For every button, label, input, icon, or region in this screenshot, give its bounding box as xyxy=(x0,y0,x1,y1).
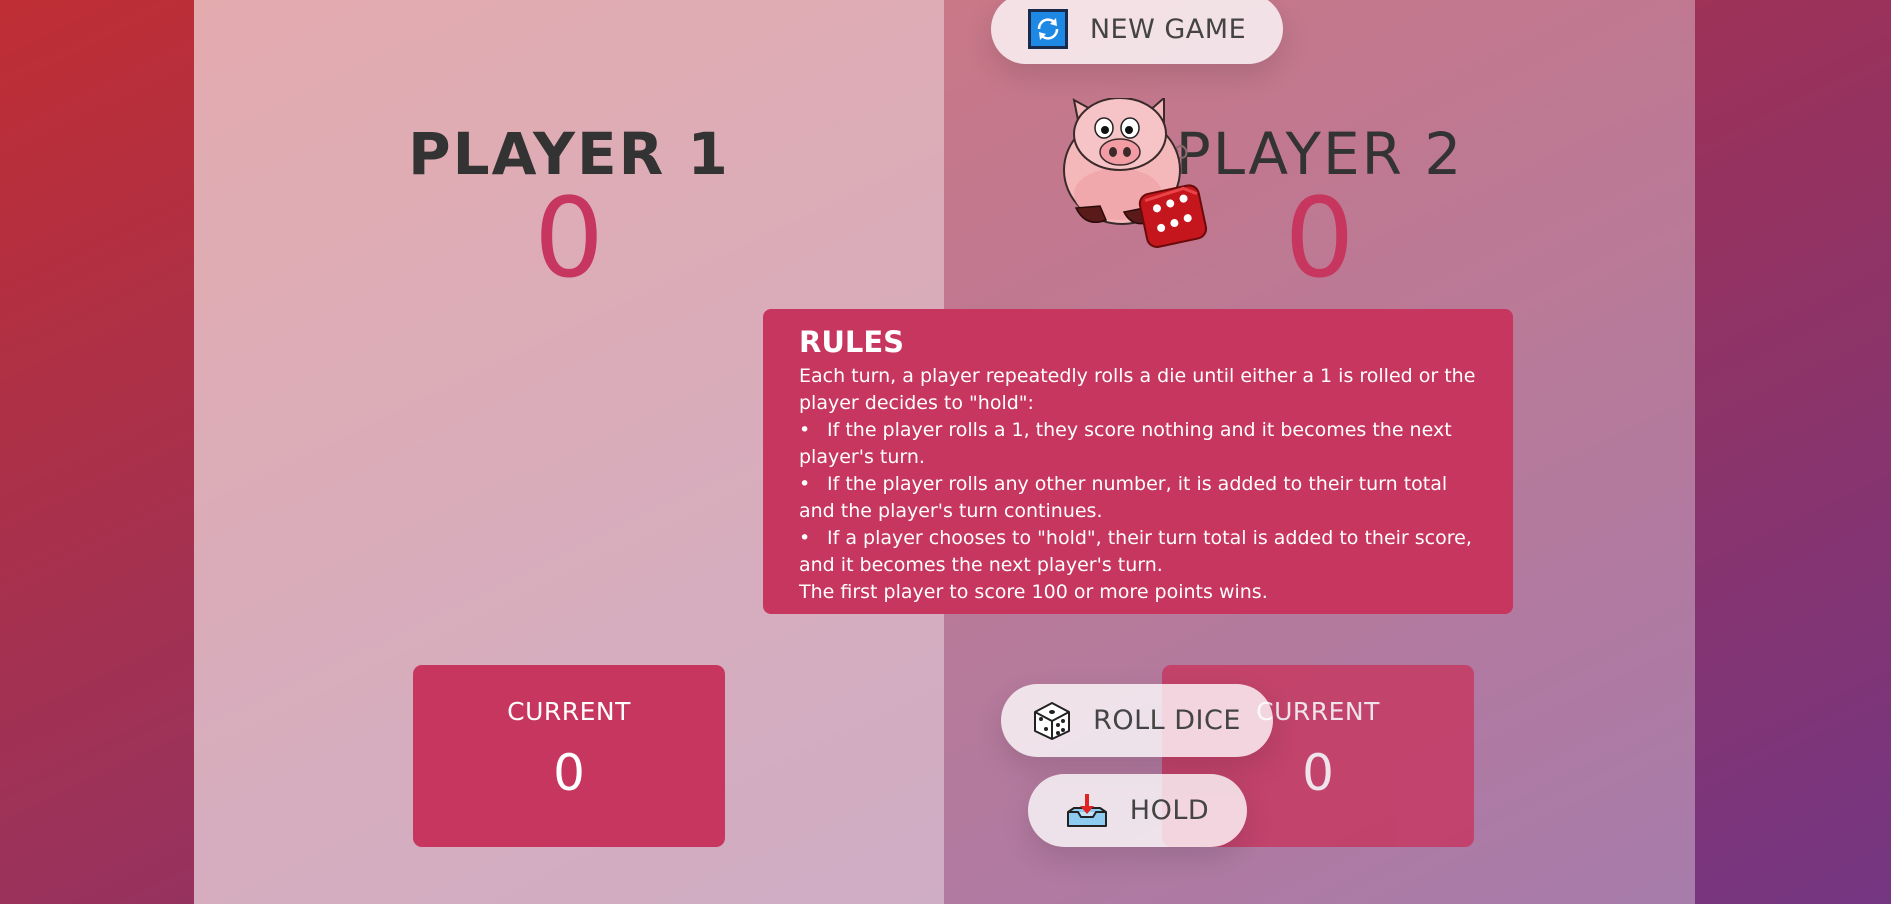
roll-dice-button[interactable]: ROLL DICE xyxy=(1001,684,1273,757)
player-1-current-score: 0 xyxy=(553,744,585,802)
hold-button[interactable]: HOLD xyxy=(1028,774,1247,847)
rules-list: • If the player rolls a 1, they score not… xyxy=(799,417,1477,579)
rules-item: • If the player rolls any other number, i… xyxy=(799,473,1448,522)
player-1-current-label: CURRENT xyxy=(507,697,631,726)
pig-dice-logo xyxy=(1056,95,1216,258)
new-game-button[interactable]: NEW GAME xyxy=(991,0,1283,64)
player-1-score: 0 xyxy=(534,174,604,302)
dice-icon xyxy=(1033,701,1071,741)
new-game-label: NEW GAME xyxy=(1089,13,1247,45)
player-1-current-box: CURRENT 0 xyxy=(413,665,725,847)
rules-outro: The first player to score 100 or more po… xyxy=(799,581,1268,603)
game-board: PLAYER 1 0 CURRENT 0 PLAYER 2 0 CURRENT … xyxy=(194,0,1695,904)
rules-item: • If the player rolls a 1, they score not… xyxy=(799,419,1452,468)
rules-title: RULES xyxy=(799,325,905,359)
rules-intro: Each turn, a player repeatedly rolls a d… xyxy=(799,365,1476,414)
rules-item: • If a player chooses to "hold", their tu… xyxy=(799,527,1472,576)
inbox-tray-icon xyxy=(1066,793,1108,828)
refresh-icon xyxy=(1027,9,1068,49)
hold-label: HOLD xyxy=(1129,795,1210,826)
rules-panel: RULES Each turn, a player repeatedly rol… xyxy=(763,309,1513,614)
roll-dice-label: ROLL DICE xyxy=(1093,705,1241,736)
